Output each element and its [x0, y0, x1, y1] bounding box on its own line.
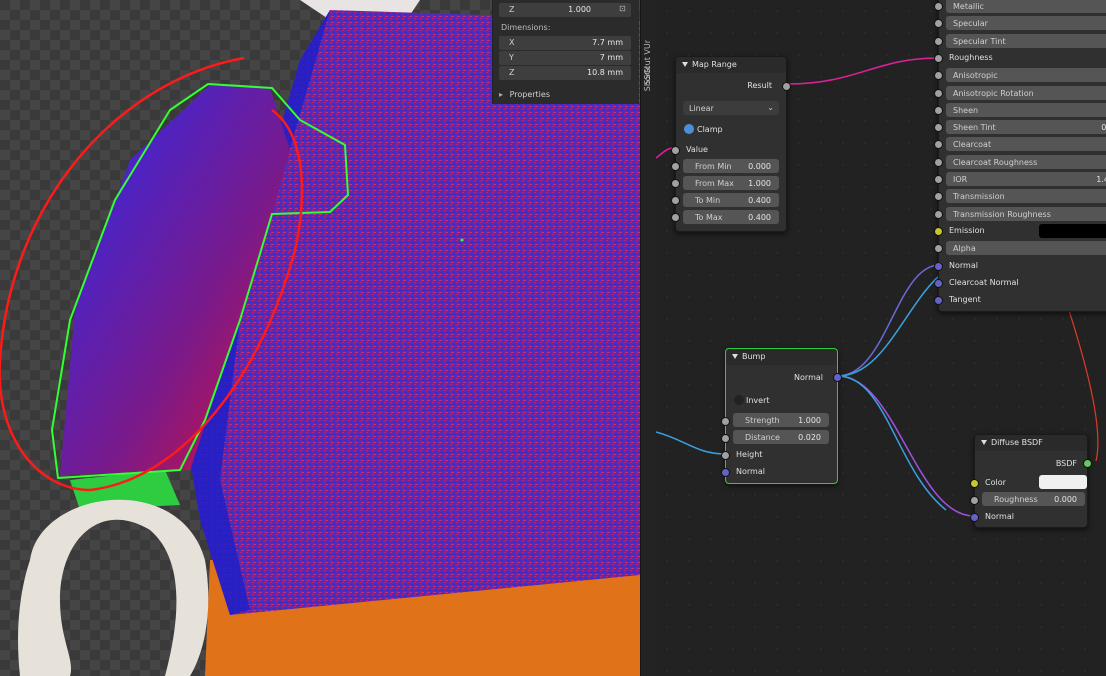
from-min-field[interactable]: From Min 0.000 [683, 159, 779, 173]
normal-output-socket[interactable] [833, 373, 842, 382]
map-range-header[interactable]: Map Range [676, 57, 786, 73]
transform-panel: Z 1.000 ⊡ Dimensions: X 7.7 mm Y 7 mm Z … [492, 0, 639, 104]
shader-node-editor[interactable]: Map Range Result Linear ⌄ Clamp Value Fr… [656, 0, 1106, 676]
roughness-input-socket[interactable] [970, 496, 979, 505]
principled-label-13: Emission [949, 225, 985, 235]
to-min-socket[interactable] [671, 196, 680, 205]
color-input-socket[interactable] [970, 479, 979, 488]
distance-socket[interactable] [721, 434, 730, 443]
principled-socket-3[interactable] [934, 53, 943, 63]
to-max-field[interactable]: To Max 0.400 [683, 210, 779, 224]
scale-z-field[interactable]: Z 1.000 [499, 3, 631, 17]
principled-field-12[interactable]: Transmission Roughness0. [946, 206, 1106, 221]
collapse-icon[interactable] [732, 354, 738, 359]
distance-field[interactable]: Distance 0.020 [733, 430, 829, 444]
collapse-icon[interactable] [981, 440, 987, 445]
result-output-socket[interactable] [782, 82, 791, 91]
strength-socket[interactable] [721, 417, 730, 426]
principled-field-9[interactable]: Clearcoat Roughness0. [946, 154, 1106, 169]
height-input-socket[interactable] [721, 451, 730, 460]
hand-shape [18, 499, 209, 676]
emission-color-swatch[interactable] [1039, 223, 1106, 238]
principled-socket-15[interactable] [934, 261, 943, 271]
tab-ssgi[interactable]: SSGI [643, 66, 652, 85]
chevron-down-icon: ⌄ [767, 103, 774, 112]
from-max-field[interactable]: From Max 1.000 [683, 176, 779, 190]
sidebar-tabs: Shortcut VUr SSGI [640, 0, 657, 676]
principled-field-6[interactable]: Sheen0. [946, 102, 1106, 117]
principled-field-5[interactable]: Anisotropic Rotation0. [946, 85, 1106, 100]
principled-field-1[interactable]: Specular1. [946, 16, 1106, 31]
bump-node[interactable]: Bump Normal Invert Strength 1.000 Distan… [721, 348, 842, 484]
bsdf-output-socket[interactable] [1083, 459, 1092, 468]
principled-field-4[interactable]: Anisotropic0. [946, 68, 1106, 83]
diffuse-header[interactable]: Diffuse BSDF [975, 435, 1087, 451]
normal-input-socket[interactable] [721, 468, 730, 477]
principled-label-17: Tangent [949, 295, 981, 305]
principled-field-0[interactable]: Metallic0. [946, 0, 1106, 13]
principled-field-2[interactable]: Specular Tint0. [946, 33, 1106, 48]
principled-socket-9[interactable] [934, 157, 943, 167]
principled-socket-10[interactable] [934, 175, 943, 184]
principled-socket-16[interactable] [934, 278, 943, 288]
principled-socket-5[interactable] [934, 88, 943, 98]
principled-bsdf-node[interactable]: Metallic0. Specular1. Specular Tint0. Rough… [934, 0, 1106, 312]
strength-field[interactable]: Strength 1.000 [733, 413, 829, 427]
principled-socket-13[interactable] [934, 226, 943, 236]
interpolation-dropdown[interactable]: Linear ⌄ [683, 101, 779, 115]
to-max-socket[interactable] [671, 213, 680, 222]
collapse-icon[interactable] [682, 62, 688, 67]
principled-socket-11[interactable] [934, 192, 943, 202]
principled-socket-8[interactable] [934, 140, 943, 150]
lock-icon[interactable]: ⊡ [619, 4, 626, 13]
principled-socket-1[interactable] [934, 19, 943, 29]
principled-label-15: Normal [949, 260, 978, 270]
principled-socket-17[interactable] [934, 296, 943, 306]
principled-field-11[interactable]: Transmission0. [946, 189, 1106, 204]
dimension-z-field[interactable]: Z 10.8 mm [499, 66, 631, 80]
normal-input-socket[interactable] [970, 513, 979, 522]
invert-checkbox[interactable] [734, 395, 744, 405]
3d-viewport[interactable]: Z 1.000 ⊡ Dimensions: X 7.7 mm Y 7 mm Z … [0, 0, 640, 676]
roughness-field[interactable]: Roughness 0.000 [982, 492, 1085, 506]
diffuse-bsdf-node[interactable]: Diffuse BSDF BSDF Color Roughness 0.000 … [970, 434, 1092, 528]
principled-field-8[interactable]: Clearcoat0. [946, 137, 1106, 152]
properties-panel-header[interactable]: ▸ Properties [499, 90, 550, 99]
principled-socket-6[interactable] [934, 105, 943, 115]
to-min-field[interactable]: To Min 0.400 [683, 193, 779, 207]
from-max-socket[interactable] [671, 179, 680, 188]
principled-field-10[interactable]: IOR1.45 [946, 172, 1106, 186]
dimension-y-field[interactable]: Y 7 mm [499, 51, 631, 65]
from-min-socket[interactable] [671, 162, 680, 171]
principled-label-16: Clearcoat Normal [949, 277, 1019, 287]
color-swatch[interactable] [1039, 475, 1087, 489]
value-input-socket[interactable] [671, 146, 680, 155]
bump-header[interactable]: Bump [726, 349, 837, 365]
chevron-right-icon: ▸ [499, 90, 504, 99]
principled-socket-0[interactable] [934, 2, 943, 11]
principled-field-7[interactable]: Sheen Tint0.5 [946, 120, 1106, 135]
clamp-checkbox[interactable] [684, 124, 694, 134]
principled-socket-14[interactable] [934, 244, 943, 254]
principled-socket-2[interactable] [934, 36, 943, 46]
principled-socket-4[interactable] [934, 71, 943, 81]
dimension-x-field[interactable]: X 7.7 mm [499, 36, 631, 50]
principled-socket-12[interactable] [934, 209, 943, 219]
principled-label-3: Roughness [949, 52, 993, 62]
dimensions-title: Dimensions: [501, 23, 551, 32]
map-range-node[interactable]: Map Range Result Linear ⌄ Clamp Value Fr… [671, 56, 791, 232]
principled-field-14[interactable]: Alpha1. [946, 241, 1106, 256]
principled-socket-7[interactable] [934, 123, 943, 133]
